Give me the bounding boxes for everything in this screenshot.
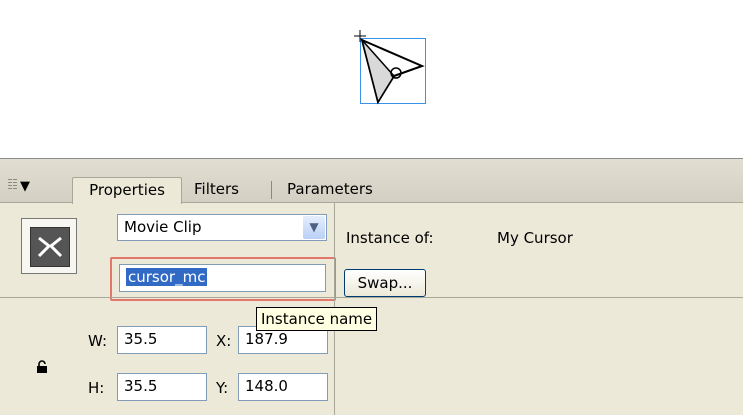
movie-clip-icon — [21, 218, 77, 274]
panel-grip-icon[interactable] — [8, 179, 12, 191]
instance-name-value: cursor_mc — [126, 268, 208, 286]
swap-button[interactable]: Swap... — [344, 269, 426, 297]
cursor-arrow-icon[interactable] — [350, 28, 430, 108]
tab-parameters[interactable]: Parameters — [287, 177, 373, 202]
y-value: 148.0 — [245, 377, 288, 395]
x-value: 187.9 — [245, 330, 288, 348]
properties-panel: ▼ Properties Filters Parameters Movie Cl… — [0, 158, 743, 415]
triangle-down-icon[interactable]: ▼ — [20, 179, 30, 194]
symbol-type-select[interactable]: Movie Clip ▼ — [117, 214, 327, 241]
section-divider — [334, 203, 335, 297]
panel-grip-icon[interactable] — [13, 179, 17, 191]
instance-name-input[interactable]: cursor_mc — [119, 264, 326, 292]
y-field[interactable]: 148.0 — [238, 373, 328, 401]
chevron-down-icon[interactable]: ▼ — [303, 216, 325, 239]
width-label: W: — [88, 332, 108, 350]
tab-properties[interactable]: Properties — [72, 177, 182, 204]
symbol-type-value: Movie Clip — [124, 218, 202, 236]
height-value: 35.5 — [124, 377, 158, 395]
instance-name-tooltip: Instance name — [256, 307, 378, 331]
height-label: H: — [88, 379, 105, 397]
width-field[interactable]: 35.5 — [117, 326, 207, 354]
stage[interactable] — [0, 0, 743, 158]
lock-icon[interactable] — [36, 360, 48, 378]
instance-of-value: My Cursor — [497, 229, 573, 247]
panel-tabbar: ▼ Properties Filters Parameters — [0, 159, 743, 204]
tab-filters[interactable]: Filters — [194, 177, 239, 202]
section-divider — [0, 297, 743, 298]
x-label: X: — [216, 332, 232, 350]
y-label: Y: — [216, 379, 229, 397]
instance-of-label: Instance of: — [346, 229, 434, 247]
width-value: 35.5 — [124, 330, 158, 348]
height-field[interactable]: 35.5 — [117, 373, 207, 401]
tab-separator — [271, 181, 272, 199]
